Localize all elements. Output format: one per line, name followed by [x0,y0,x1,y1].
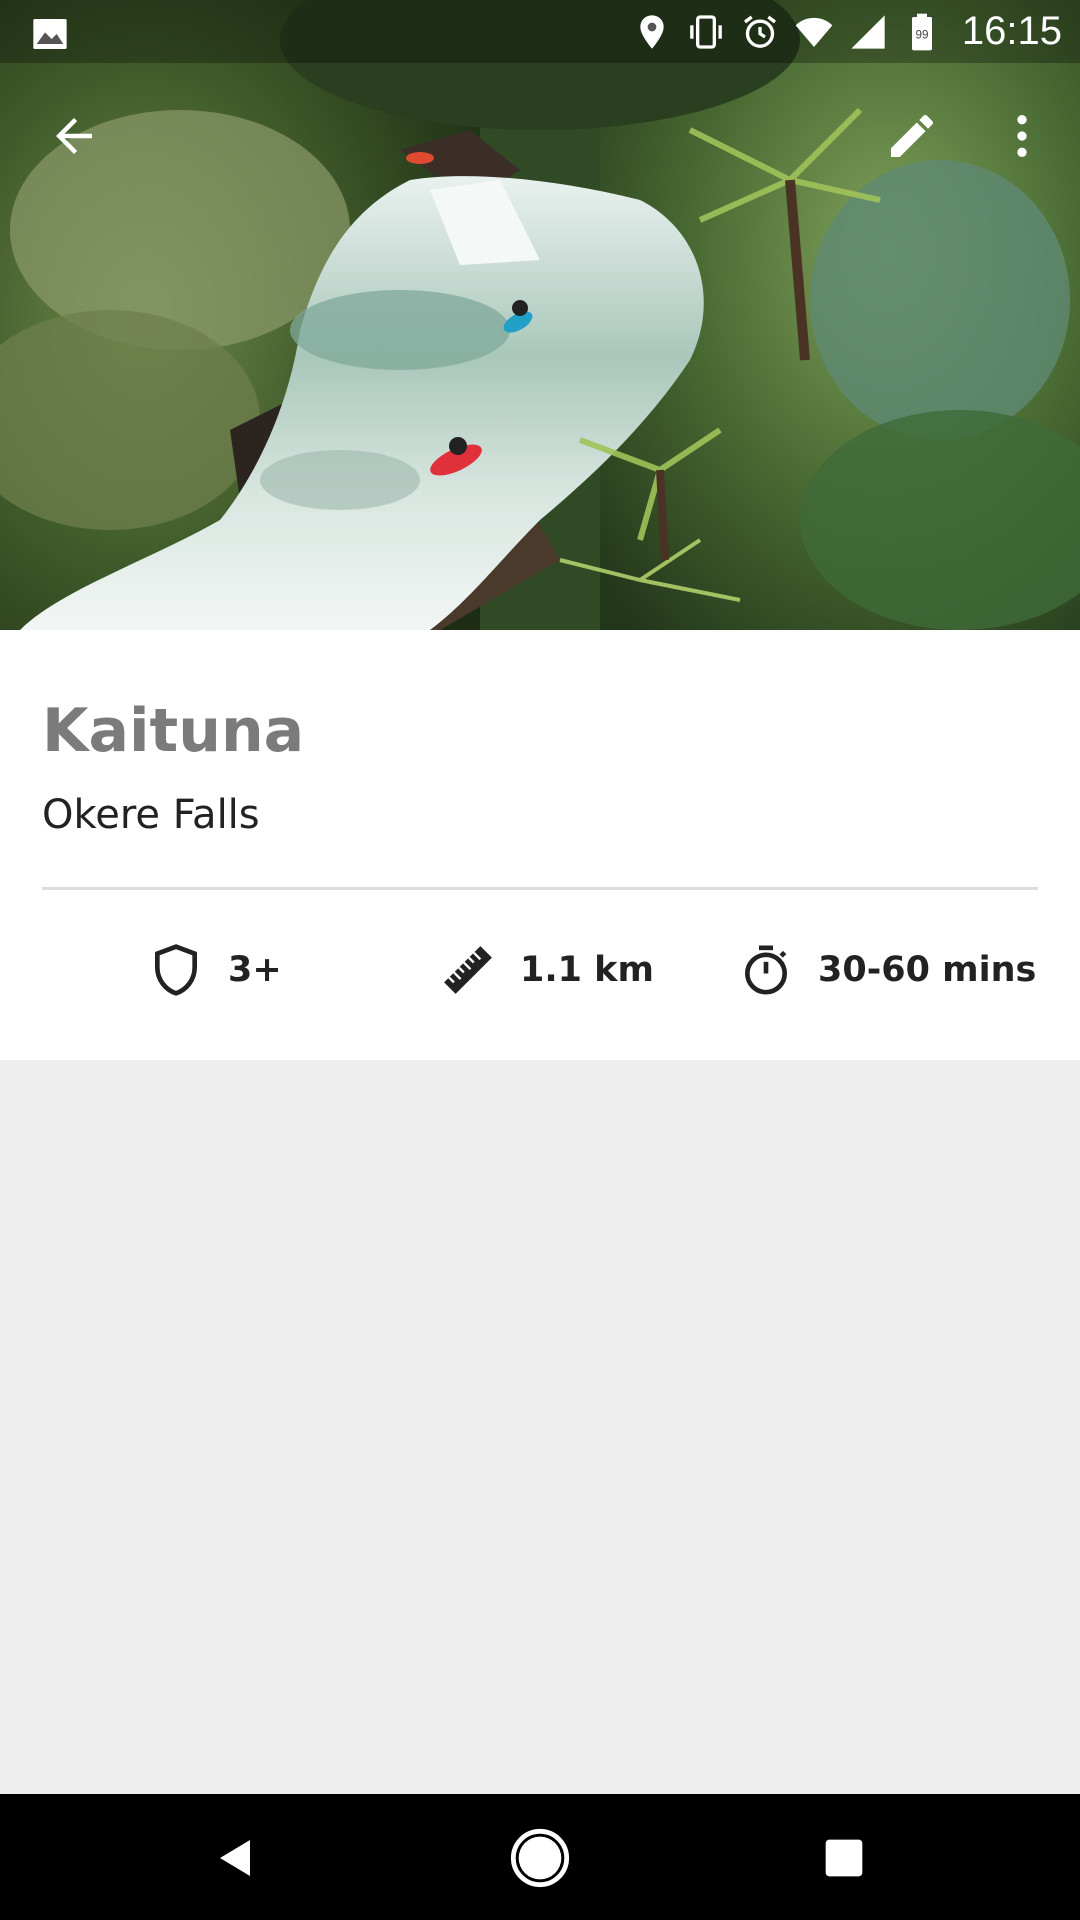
back-button[interactable] [38,100,110,172]
ruler-icon [444,946,492,994]
status-time: 16:15 [961,9,1062,53]
nav-back-button[interactable] [196,1818,276,1898]
grade-stat: 3+ [148,940,282,1000]
more-options-button[interactable] [986,100,1058,172]
content-area [0,1060,1080,1794]
section-name: Okere Falls [42,792,260,838]
duration-value: 30-60 mins [818,950,1037,990]
river-photo [0,0,1080,630]
more-vert-icon [1017,115,1027,157]
stopwatch-icon [745,945,787,995]
grade-value: 3+ [228,950,282,990]
nav-recent-icon [825,1839,863,1877]
length-value: 1.1 km [520,950,654,990]
battery-icon: 99 [911,13,932,50]
signal-icon [851,14,885,49]
length-stat: 1.1 km [440,940,654,1000]
divider [42,887,1038,890]
waterfall-photo-illustration [0,0,1080,630]
river-name: Kaituna [42,696,305,766]
nav-home-icon [510,1828,570,1888]
wifi-icon [795,17,833,47]
nav-back-icon [220,1840,250,1876]
status-bar: 99 16:15 [0,0,1080,63]
battery-level: 99 [915,28,928,41]
nav-home-button[interactable] [500,1818,580,1898]
edit-button[interactable] [876,100,948,172]
duration-stat: 30-60 mins [738,940,1036,1000]
system-navigation-bar [0,1794,1080,1920]
location-icon [640,14,664,49]
shield-icon [155,944,197,996]
pencil-icon [891,114,934,157]
nav-recent-apps-button[interactable] [804,1818,884,1898]
vibrate-icon [690,14,722,49]
river-info-card: Kaituna Okere Falls 3+ 1.1 km 30-60 mins [0,630,1080,1060]
arrow-back-icon [56,118,92,154]
river-detail-screen: 99 16:15 Kaituna Okere Falls 3+ 1.1 km 3… [0,0,1080,1920]
image-icon [33,19,67,49]
alarm-icon [743,15,776,48]
